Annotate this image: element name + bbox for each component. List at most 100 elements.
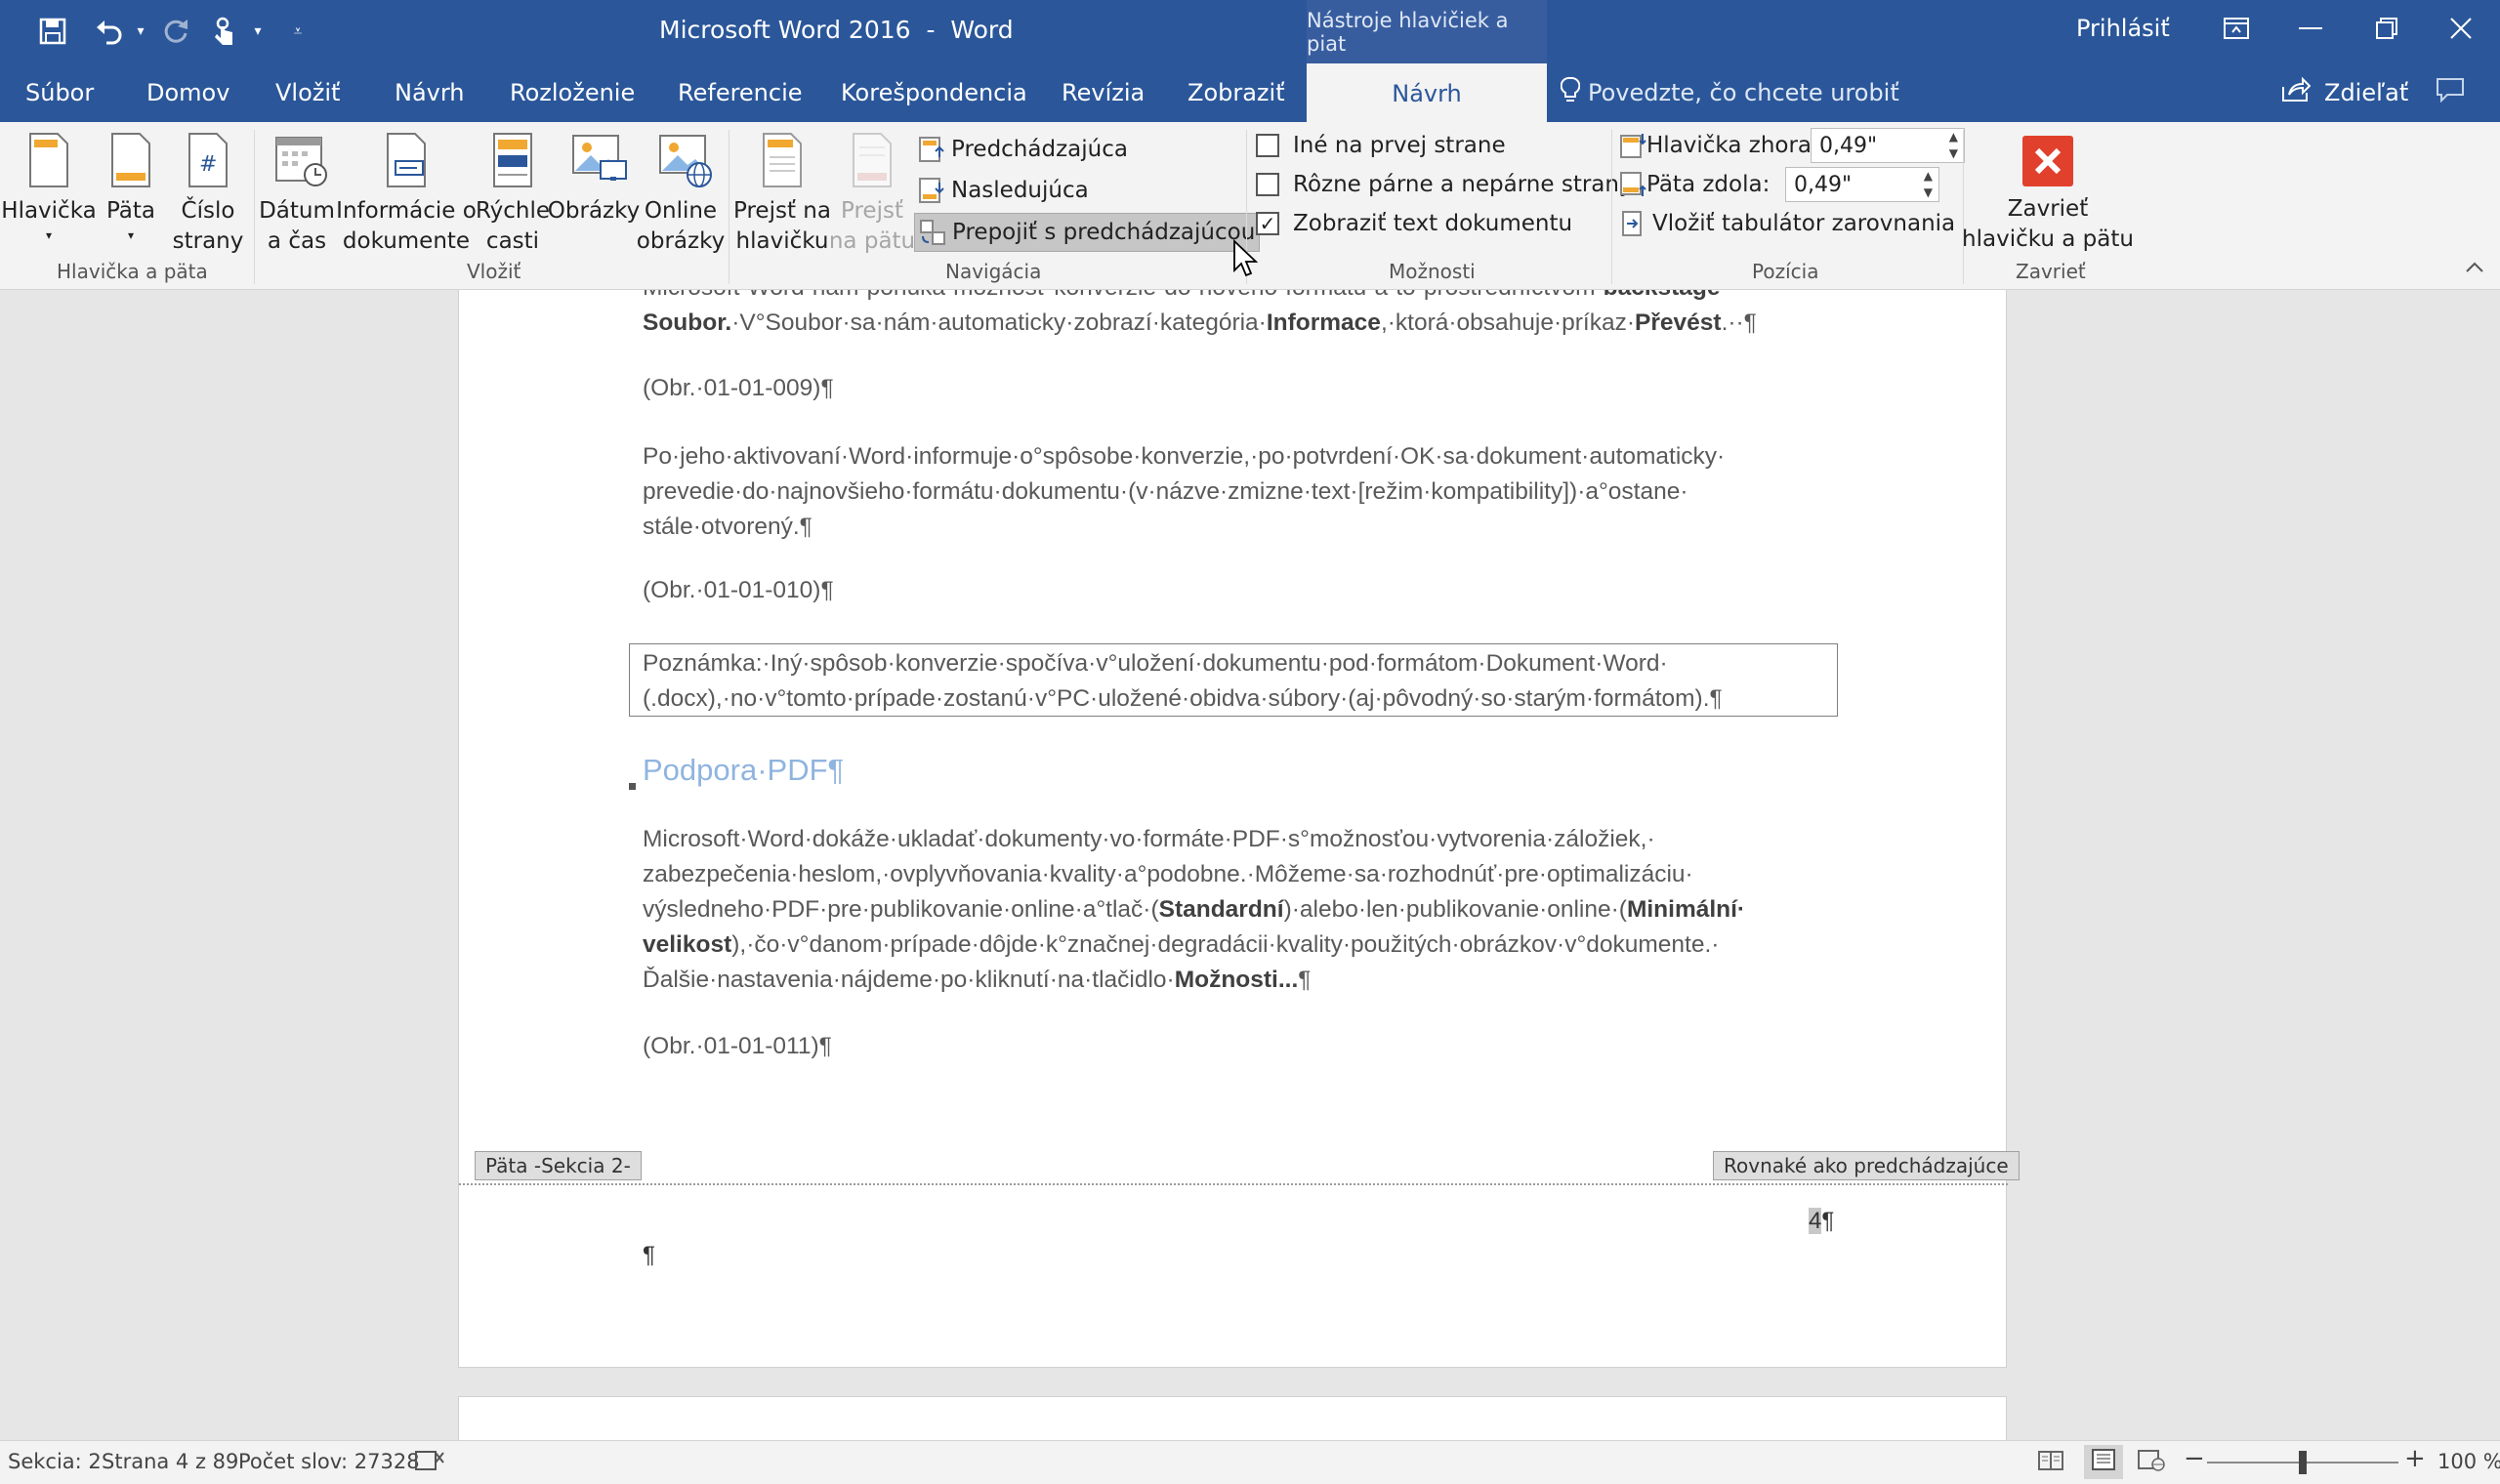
touch-dropdown-icon[interactable]: ▾ (248, 12, 268, 51)
proofing-icon[interactable] (414, 1449, 445, 1477)
footer-icon (108, 132, 153, 188)
footer-from-bottom-label-row: Päta zdola: (1619, 166, 1770, 203)
note-text[interactable]: Poznámka:·Iný·spôsob·konverzie·spočíva·v… (643, 646, 1824, 717)
figure-caption-009[interactable]: (Obr.·01-01-009)¶ (643, 371, 1824, 406)
status-bar: Sekcia: 2 Strana 4 z 89 Počet slov: 2732… (0, 1440, 2500, 1484)
touch-mode-icon[interactable] (205, 12, 244, 51)
undo-dropdown-icon[interactable]: ▾ (131, 12, 150, 51)
ribbon-tabs: Súbor Domov Vložiť Návrh Rozloženie Refe… (0, 63, 2500, 123)
footer-button[interactable]: Päta ▾ (102, 132, 160, 244)
different-first-label: Iné na prvej strane (1293, 133, 1506, 158)
collapse-ribbon-icon[interactable] (2465, 259, 2484, 277)
tab-review[interactable]: Revízia (1062, 63, 1145, 122)
close-window-icon[interactable] (2422, 0, 2500, 57)
online-picture-icon (658, 132, 712, 188)
undo-icon[interactable] (90, 12, 129, 51)
paragraph-conversion-info[interactable]: Po·jeho·aktivovaní·Word·informuje·o°spôs… (643, 439, 1824, 545)
paragraph-pdf-support[interactable]: Microsoft·Word·dokáže·ukladať·dokumenty·… (643, 822, 1824, 998)
insert-tab-label: Vložiť tabulátor zarovnania (1652, 211, 1956, 236)
spinner-arrows-icon[interactable]: ▲ ▼ (1949, 129, 1958, 162)
header-top-spinner[interactable]: 0,49" ▲ ▼ (1811, 128, 1965, 163)
section-indicator[interactable]: Sekcia: 2 (8, 1450, 102, 1473)
paragraph-conversion-intro[interactable]: Microsoft·Word·nám·ponúka·možnosť·konver… (643, 290, 1824, 341)
page-indicator[interactable]: Strana 4 z 89 (102, 1450, 238, 1473)
document-page[interactable]: Microsoft·Word·nám·ponúka·možnosť·konver… (458, 290, 2020, 1368)
page-number-icon: # (186, 132, 230, 188)
insert-alignment-tab-button[interactable]: Vložiť tabulátor zarovnania (1619, 205, 1955, 242)
minimize-icon[interactable] (2271, 0, 2350, 57)
tab-header-footer-design[interactable]: Návrh (1307, 63, 1547, 123)
close-header-footer-button[interactable]: Zavrieť hlavičku a pätu (1962, 132, 2134, 255)
page-number-field[interactable]: 4 (1809, 1208, 1822, 1234)
comments-icon[interactable] (2436, 77, 2475, 108)
zoom-slider-thumb[interactable] (2299, 1451, 2307, 1474)
zoom-out-button[interactable]: − (2184, 1444, 2205, 1473)
header-top-label: Hlavička zhora: (1646, 133, 1819, 158)
tell-me-text: Povedzte, čo chcete urobiť (1588, 79, 1899, 106)
footer-bottom-spinner[interactable]: 0,49" ▲ ▼ (1785, 167, 1939, 202)
goto-footer-icon (850, 132, 895, 188)
customize-qat-icon[interactable]: ⩡ (283, 12, 312, 51)
odd-even-checkbox[interactable]: Rôzne párne a nepárne strany (1256, 166, 1633, 203)
header-icon (26, 132, 71, 188)
tell-me-search[interactable]: Povedzte, čo chcete urobiť (1560, 63, 1899, 122)
link-to-previous-button[interactable]: Prepojiť s predchádzajúcou (914, 213, 1261, 252)
figure-caption-011[interactable]: (Obr.·01-01-011)¶ (643, 1029, 1824, 1064)
tab-references[interactable]: Referencie (678, 63, 803, 122)
footer-position-icon (1619, 171, 1646, 198)
save-icon[interactable] (33, 12, 72, 51)
date-time-label: Dátum a čas (259, 198, 335, 254)
chevron-down-icon: ▾ (127, 228, 135, 242)
redo-icon[interactable] (156, 12, 195, 51)
show-document-text-checkbox[interactable]: ✓ Zobraziť text dokumentu (1256, 205, 1572, 242)
goto-footer-button[interactable]: Prejsť na pätu (829, 132, 915, 257)
share-button[interactable]: Zdieľať (2281, 63, 2408, 122)
ribbon-display-options-icon[interactable] (2197, 0, 2275, 57)
document-area[interactable]: Microsoft·Word·nám·ponúka·možnosť·konver… (0, 290, 2500, 1440)
header-position-icon (1619, 132, 1646, 159)
word-count[interactable]: Počet slov: 27328 (238, 1450, 420, 1473)
tab-file[interactable]: Súbor (25, 63, 94, 122)
footer-paragraph-mark[interactable]: ¶ (643, 1242, 655, 1269)
spinner-arrows-icon[interactable]: ▲ ▼ (1924, 168, 1933, 201)
tab-insert[interactable]: Vložiť (275, 63, 340, 122)
online-pictures-label: Online obrázky (636, 198, 726, 254)
goto-header-label: Prejsť na hlavičku (733, 198, 831, 254)
group-label-options: Možnosti (1389, 260, 1476, 283)
next-button[interactable]: Nasledujúca (918, 172, 1089, 209)
tab-home[interactable]: Domov (146, 63, 229, 122)
figure-caption-010[interactable]: (Obr.·01-01-010)¶ (643, 573, 1824, 608)
quick-parts-button[interactable]: Rýchle casti (475, 132, 551, 257)
group-label-close: Zavrieť (2016, 260, 2086, 283)
doc-info-button[interactable]: Informácie o dokumente (336, 132, 477, 257)
read-mode-icon[interactable] (2037, 1449, 2064, 1477)
previous-button[interactable]: Predchádzajúca (918, 131, 1128, 168)
date-time-button[interactable]: Dátum a čas (259, 132, 335, 257)
tab-layout[interactable]: Rozloženie (510, 63, 635, 122)
goto-footer-label: Prejsť na pätu (828, 198, 916, 254)
next-document-page[interactable] (458, 1396, 2007, 1440)
tab-mailings[interactable]: Korešpondencia (841, 63, 1027, 122)
print-layout-icon[interactable] (2084, 1445, 2123, 1479)
web-layout-icon[interactable] (2137, 1449, 2166, 1477)
tab-view[interactable]: Zobraziť (1188, 63, 1285, 122)
header-button[interactable]: Hlavička ▾ (1, 132, 97, 244)
link-previous-label: Prepojiť s predchádzajúcou (952, 220, 1256, 245)
vertical-scrollbar[interactable] (2469, 290, 2500, 1440)
goto-header-button[interactable]: Prejsť na hlavičku (732, 132, 832, 257)
footer-page-number[interactable]: 4¶ (1809, 1208, 1834, 1235)
heading-pdf-support[interactable]: Podpora·PDF¶ (643, 753, 844, 788)
sign-in-link[interactable]: Prihlásiť (2076, 15, 2170, 42)
zoom-in-button[interactable]: + (2404, 1444, 2426, 1473)
restore-icon[interactable] (2348, 0, 2426, 57)
quick-parts-icon (490, 132, 535, 188)
header-from-top-label-row: Hlavička zhora: (1619, 127, 1819, 164)
online-pictures-button[interactable]: Online obrázky (637, 132, 725, 257)
close-x-icon (2022, 136, 2073, 186)
page-number-button[interactable]: # Číslo strany (173, 132, 243, 257)
pictures-button[interactable]: Obrázky (548, 132, 640, 227)
different-first-page-checkbox[interactable]: Iné na prvej strane (1256, 127, 1506, 164)
doc-info-label: Informácie o dokumente (336, 198, 477, 254)
zoom-level[interactable]: 100 % (2438, 1450, 2500, 1473)
tab-design[interactable]: Návrh (395, 63, 465, 122)
